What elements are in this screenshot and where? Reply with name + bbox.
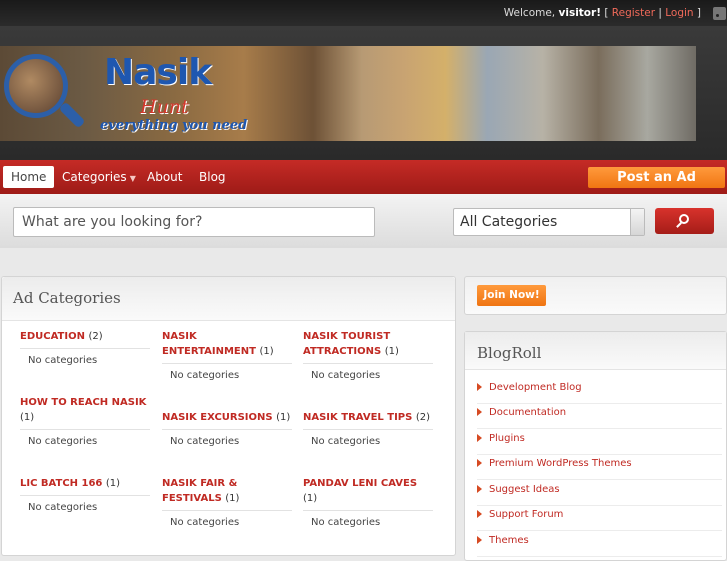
search-bar: What are you looking for? All Categories <box>0 194 727 248</box>
logo-sub: Hunt <box>140 96 189 118</box>
no-categories-text: No categories <box>311 370 381 381</box>
welcome-text: Welcome, visitor! [ Register | Login ] <box>503 7 701 19</box>
magnifier-logo-icon <box>4 54 68 118</box>
no-categories-text: No categories <box>311 436 381 447</box>
chevron-down-icon: ▼ <box>129 174 136 183</box>
nav-categories[interactable]: Categories ▼ <box>54 166 144 188</box>
no-categories-text: No categories <box>170 436 240 447</box>
blogroll-link[interactable]: Plugins <box>477 430 722 455</box>
arrow-right-icon <box>477 536 482 544</box>
select-arrow-icon <box>630 209 644 235</box>
join-now-button[interactable]: Join Now! <box>477 285 546 306</box>
ad-categories-panel: Ad Categories EDUCATION (2) No categorie… <box>1 276 456 556</box>
magnifier-handle-icon <box>58 101 86 129</box>
category-link[interactable]: NASIK ENTERTAINMENT (1) <box>162 329 292 359</box>
arrow-right-icon <box>477 434 482 442</box>
blogroll-panel: BlogRoll Development Blog Documentation … <box>464 331 727 561</box>
welcome-user: visitor! <box>558 7 602 19</box>
category-block: NASIK TOURIST ATTRACTIONS (1) No categor… <box>303 329 433 381</box>
category-link[interactable]: HOW TO REACH NASIK (1) <box>20 395 150 425</box>
arrow-right-icon <box>477 510 482 518</box>
nav-blog[interactable]: Blog <box>191 166 234 188</box>
nav-categories-label: Categories <box>62 170 127 184</box>
category-link[interactable]: NASIK EXCURSIONS (1) <box>162 410 292 425</box>
no-categories-text: No categories <box>311 517 381 528</box>
category-block: EDUCATION (2) No categories <box>20 329 150 366</box>
welcome-prefix: Welcome, <box>503 7 556 19</box>
category-link[interactable]: NASIK FAIR & FESTIVALS (1) <box>162 476 292 506</box>
category-link[interactable]: EDUCATION (2) <box>20 329 150 344</box>
no-categories-text: No categories <box>28 502 98 513</box>
header: Nasik Hunt everything you need <box>0 26 727 160</box>
arrow-right-icon <box>477 459 482 467</box>
nav-home[interactable]: Home <box>3 166 55 188</box>
category-select-value: All Categories <box>460 214 558 230</box>
register-link[interactable]: Register <box>612 7 655 19</box>
main-nav: Home Categories ▼ About Blog Post an Ad <box>0 160 727 194</box>
blogroll-title: BlogRoll <box>477 344 542 362</box>
site-banner[interactable]: Nasik Hunt everything you need <box>0 46 696 141</box>
no-categories-text: No categories <box>28 355 98 366</box>
blogroll-link[interactable]: Support Forum <box>477 506 722 531</box>
login-link[interactable]: Login <box>665 7 693 19</box>
no-categories-text: No categories <box>170 370 240 381</box>
blogroll-link[interactable]: Development Blog <box>477 379 722 404</box>
post-ad-button[interactable]: Post an Ad <box>588 167 725 188</box>
category-link[interactable]: NASIK TOURIST ATTRACTIONS (1) <box>303 329 433 359</box>
category-block: NASIK FAIR & FESTIVALS (1) No categories <box>162 476 292 528</box>
join-panel: Join Now! <box>464 276 727 315</box>
arrow-right-icon <box>477 485 482 493</box>
no-categories-text: No categories <box>170 517 240 528</box>
logo-tagline: everything you need <box>100 118 248 133</box>
rss-icon[interactable] <box>713 7 726 20</box>
top-bar: Welcome, visitor! [ Register | Login ] <box>0 0 727 26</box>
search-icon <box>679 214 689 224</box>
arrow-right-icon <box>477 383 482 391</box>
category-block: PANDAV LENI CAVES (1) No categories <box>303 476 433 528</box>
category-link[interactable]: NASIK TRAVEL TIPS (2) <box>303 410 433 425</box>
category-link[interactable]: PANDAV LENI CAVES (1) <box>303 476 433 506</box>
blogroll-link[interactable]: Premium WordPress Themes <box>477 455 722 480</box>
no-categories-text: No categories <box>28 436 98 447</box>
category-block: HOW TO REACH NASIK (1) No categories <box>20 395 150 447</box>
category-block: LIC BATCH 166 (1) No categories <box>20 476 150 513</box>
search-input[interactable]: What are you looking for? <box>13 207 375 237</box>
search-button[interactable] <box>655 208 714 234</box>
category-select[interactable]: All Categories <box>453 208 645 236</box>
blogroll-link[interactable]: Suggest Ideas <box>477 481 722 506</box>
category-block: NASIK TRAVEL TIPS (2) No categories <box>303 410 433 447</box>
category-link[interactable]: LIC BATCH 166 (1) <box>20 476 150 491</box>
blogroll-link[interactable]: Documentation <box>477 404 722 429</box>
category-block: NASIK ENTERTAINMENT (1) No categories <box>162 329 292 381</box>
ad-categories-title: Ad Categories <box>13 289 121 307</box>
category-block: NASIK EXCURSIONS (1) No categories <box>162 410 292 447</box>
arrow-right-icon <box>477 408 482 416</box>
logo-name: Nasik <box>104 52 212 93</box>
nav-about[interactable]: About <box>139 166 190 188</box>
